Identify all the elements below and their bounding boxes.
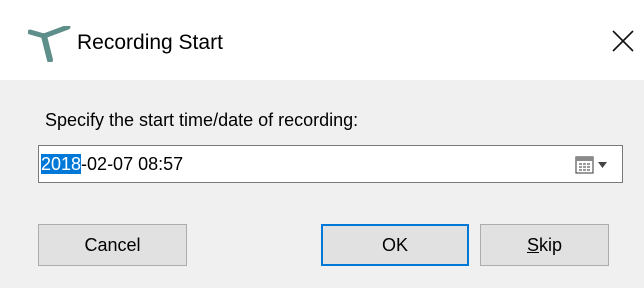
skip-mnemonic: S [526,234,539,255]
cancel-button[interactable]: Cancel [38,224,187,266]
skip-label-rest: kip [539,234,563,255]
slingshot-app-icon [28,26,71,62]
close-icon[interactable] [607,25,639,57]
recording-start-dialog: Recording Start Specify the start time/d… [0,0,644,288]
datetime-year-selected[interactable]: 2018 [41,154,82,174]
calendar-dropdown-icon[interactable] [574,155,614,175]
dialog-body: Specify the start time/date of recording… [0,80,644,288]
start-time-prompt: Specify the start time/date of recording… [45,110,359,130]
window-title: Recording Start [77,31,223,54]
start-datetime-picker[interactable]: 2018-02-07 08:57 [38,145,623,183]
datetime-remainder[interactable]: -02-07 08:57 [81,154,183,174]
title-bar: Recording Start [0,0,644,80]
ok-button[interactable]: OK [321,224,469,266]
datetime-value[interactable]: 2018-02-07 08:57 [41,153,183,175]
skip-button[interactable]: Skip [480,224,609,266]
